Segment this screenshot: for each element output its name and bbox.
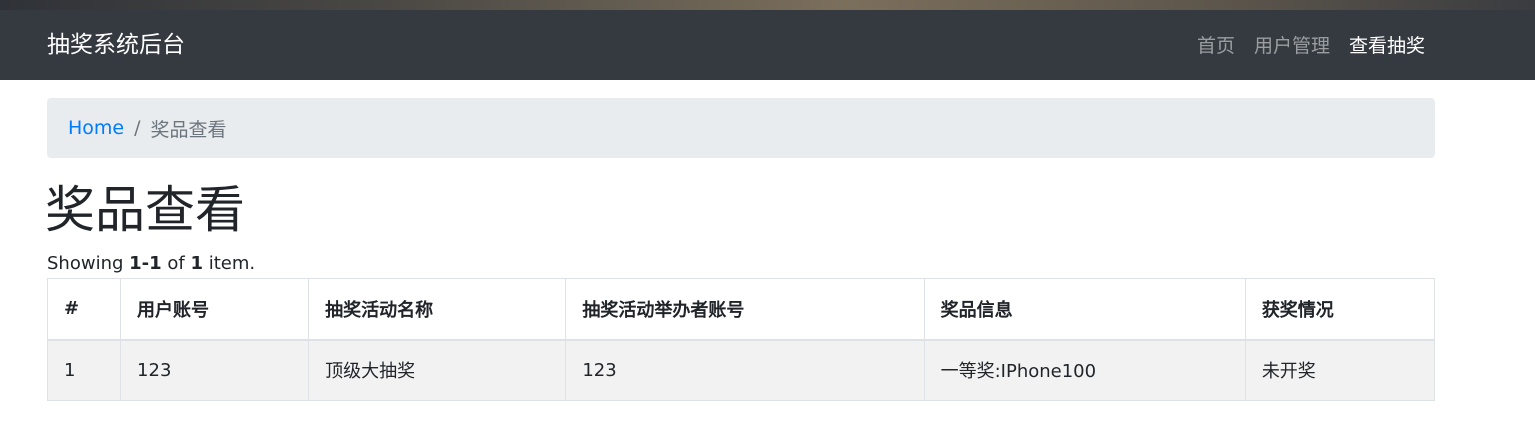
table-row: 1 123 顶级大抽奖 123 一等奖:IPhone100 未开奖	[46, 339, 1436, 401]
breadcrumb-separator: /	[134, 117, 141, 139]
column-header-prize-info[interactable]: 奖品信息	[923, 278, 1246, 341]
navbar: 抽奖系统后台 首页 用户管理 查看抽奖	[0, 10, 1535, 80]
nav-item-home[interactable]: 首页	[1197, 33, 1235, 59]
window-top-strip	[0, 0, 1535, 10]
summary-prefix: Showing	[47, 253, 130, 274]
prize-table: # 用户账号 抽奖活动名称 抽奖活动举办者账号 奖品信息 获奖情况 1 123 …	[46, 278, 1436, 401]
table-header-row: # 用户账号 抽奖活动名称 抽奖活动举办者账号 奖品信息 获奖情况	[46, 278, 1436, 341]
nav-item-user-management[interactable]: 用户管理	[1254, 33, 1330, 59]
breadcrumb-current: 奖品查看	[150, 118, 227, 141]
nav-item-view-lottery[interactable]: 查看抽奖	[1349, 33, 1425, 59]
cell-index: 1	[46, 339, 122, 401]
cell-win-status: 未开奖	[1244, 339, 1436, 401]
summary-middle: of	[161, 253, 191, 274]
column-header-lottery-name[interactable]: 抽奖活动名称	[308, 278, 567, 341]
summary-suffix: item.	[202, 253, 256, 274]
summary-range: 1-1	[129, 253, 162, 274]
page-title: 奖品查看	[45, 181, 245, 239]
breadcrumb-home-link[interactable]: Home	[68, 117, 124, 139]
breadcrumb: Home / 奖品查看	[47, 98, 1435, 158]
column-header-win-status[interactable]: 获奖情况	[1244, 278, 1436, 341]
brand-link[interactable]: 抽奖系统后台	[47, 30, 185, 60]
nav-menu: 首页 用户管理 查看抽奖	[1197, 33, 1425, 59]
summary-total: 1	[190, 253, 203, 274]
cell-prize-info: 一等奖:IPhone100	[923, 339, 1246, 401]
cell-lottery-name: 顶级大抽奖	[308, 339, 567, 401]
column-header-user-account[interactable]: 用户账号	[120, 278, 310, 341]
grid-summary: Showing 1-1 of 1 item.	[47, 252, 255, 276]
cell-user-account: 123	[120, 339, 310, 401]
column-header-organizer-account[interactable]: 抽奖活动举办者账号	[565, 278, 925, 341]
cell-organizer-account: 123	[565, 339, 925, 401]
column-header-index: #	[46, 278, 122, 341]
